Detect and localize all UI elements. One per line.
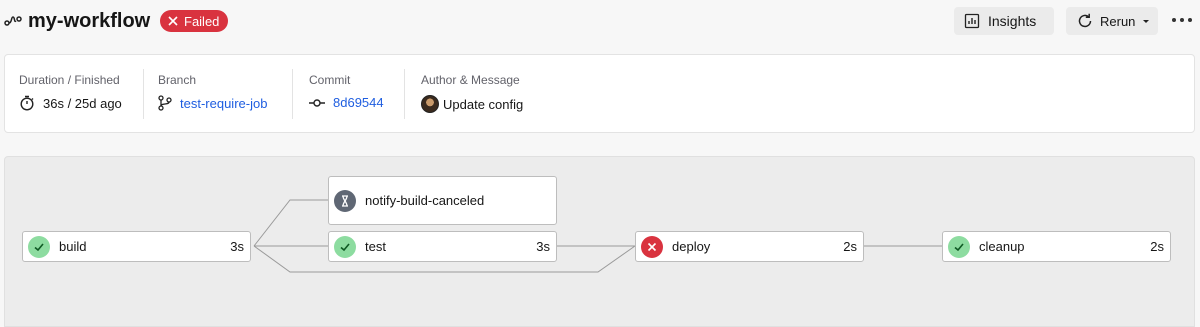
- rerun-label: Rerun: [1100, 13, 1136, 29]
- commit-link[interactable]: 8d69544: [333, 95, 384, 110]
- duration-value-row: 36s / 25d ago: [19, 95, 122, 111]
- author-label: Author & Message: [421, 73, 520, 87]
- workflow-info-card: Duration / Finished 36s / 25d ago Branch…: [4, 54, 1195, 133]
- commit-value-row: 8d69544: [309, 95, 384, 110]
- job-name: test: [365, 239, 386, 254]
- success-icon: [948, 235, 970, 258]
- commit-icon: [309, 98, 325, 107]
- duration-label: Duration / Finished: [19, 73, 120, 87]
- commit-message: Update config: [443, 96, 524, 112]
- author-value-row: Update config: [421, 95, 523, 113]
- job-test[interactable]: test 3s: [328, 231, 557, 262]
- status-badge: Failed: [160, 10, 229, 32]
- rerun-button[interactable]: Rerun: [1066, 7, 1158, 35]
- caret-down-icon: [1143, 20, 1150, 23]
- job-duration: 3s: [230, 239, 244, 254]
- success-icon: [28, 235, 50, 258]
- duration-value: 36s / 25d ago: [43, 95, 122, 111]
- job-duration: 2s: [843, 239, 857, 254]
- divider: [404, 69, 405, 119]
- job-duration: 3s: [536, 239, 550, 254]
- job-name: cleanup: [979, 239, 1025, 254]
- insights-label: Insights: [988, 13, 1037, 29]
- refresh-icon: [1078, 13, 1092, 28]
- bar-chart-icon: [964, 13, 980, 29]
- hourglass-icon: [334, 189, 356, 212]
- job-build[interactable]: build 3s: [22, 231, 251, 262]
- job-duration: 2s: [1150, 239, 1164, 254]
- job-cleanup[interactable]: cleanup 2s: [942, 231, 1171, 262]
- failed-icon: [641, 235, 663, 258]
- job-name: notify-build-canceled: [365, 193, 485, 208]
- commit-label: Commit: [309, 73, 351, 87]
- branch-label: Branch: [158, 73, 197, 87]
- divider: [292, 69, 293, 119]
- page-title: my-workflow: [28, 10, 151, 32]
- more-options-button[interactable]: [1172, 12, 1192, 28]
- job-deploy[interactable]: deploy 2s: [635, 231, 864, 262]
- avatar: [421, 95, 439, 113]
- dot: [1172, 18, 1176, 22]
- divider: [143, 69, 144, 119]
- status-label: Failed: [184, 13, 220, 29]
- dot: [1188, 18, 1192, 22]
- branch-icon: [158, 95, 172, 111]
- close-icon: [168, 16, 178, 26]
- insights-button[interactable]: Insights: [954, 7, 1054, 35]
- job-name: build: [59, 239, 87, 254]
- job-name: deploy: [672, 239, 711, 254]
- dot: [1180, 18, 1184, 22]
- success-icon: [334, 235, 356, 258]
- workflow-icon: [4, 16, 22, 26]
- stopwatch-icon: [20, 95, 34, 111]
- branch-link[interactable]: test-require-job: [180, 96, 267, 111]
- job-notify-build-canceled[interactable]: notify-build-canceled: [328, 176, 557, 225]
- branch-value-row: test-require-job: [158, 95, 267, 111]
